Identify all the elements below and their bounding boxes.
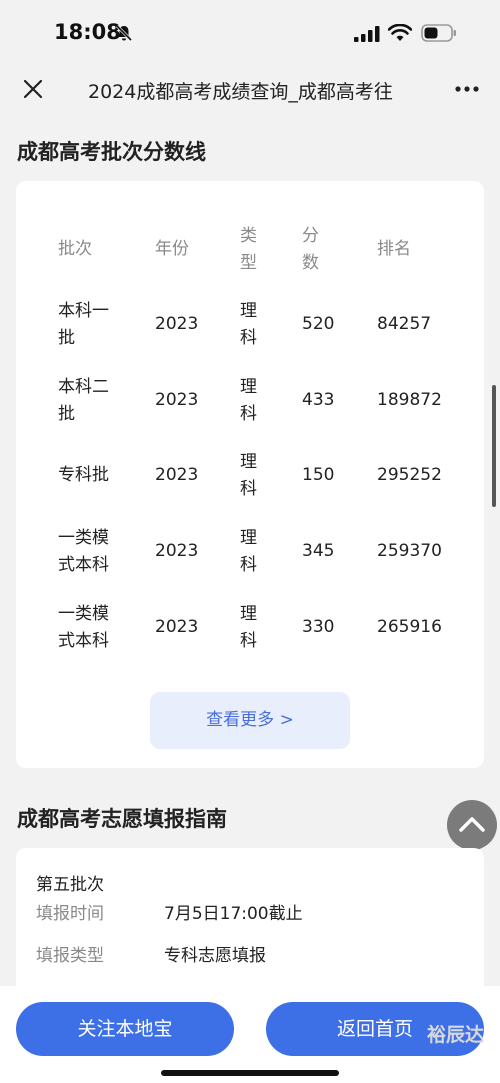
guide-batch-name: 第五批次 — [36, 875, 104, 895]
cell-type: 理科 — [240, 377, 257, 424]
watermark-text: 裕辰达 — [427, 1024, 485, 1046]
home-indicator — [161, 1070, 339, 1076]
cell-year: 2023 — [155, 617, 199, 637]
header-batch: 批次 — [58, 239, 92, 259]
cell-batch: 专科批 — [58, 465, 109, 485]
scroll-to-top-button[interactable] — [447, 800, 497, 850]
view-more-button[interactable]: 查看更多 > — [150, 692, 350, 749]
cell-year: 2023 — [155, 314, 199, 334]
cell-year: 2023 — [155, 541, 199, 561]
header-year: 年份 — [155, 239, 189, 259]
cell-score: 433 — [302, 390, 335, 410]
cellular-signal-icon — [354, 26, 380, 42]
page-title: 2024成都高考成绩查询_成都高考往 — [88, 81, 393, 103]
scrollbar[interactable] — [492, 385, 496, 507]
cell-rank: 84257 — [377, 314, 432, 334]
score-lines-card: 批次 年份 类型 分数 排名 本科一批 2023 理科 520 84257 本科… — [16, 181, 484, 768]
header-score: 分数 — [302, 226, 319, 273]
cell-score: 330 — [302, 617, 335, 637]
cell-rank: 265916 — [377, 617, 442, 637]
cell-type: 理科 — [240, 301, 257, 348]
guide-field-label: 填报类型 — [36, 946, 104, 966]
guide-field-value: 7月5日17:00截止 — [164, 904, 303, 924]
more-options-icon[interactable] — [455, 86, 479, 92]
cell-batch: 本科二批 — [58, 377, 109, 424]
cell-score: 150 — [302, 465, 335, 485]
cell-rank: 259370 — [377, 541, 442, 561]
header-rank: 排名 — [377, 239, 411, 259]
status-bar: 18:08 — [0, 0, 500, 66]
cell-score: 520 — [302, 314, 335, 334]
battery-icon — [421, 24, 456, 42]
bottom-action-bar: 关注本地宝 返回首页 裕辰达 — [0, 986, 500, 1083]
cell-batch: 本科一批 — [58, 301, 109, 348]
cell-batch: 一类模式本科 — [58, 604, 109, 651]
guide-card: 第五批次 填报时间 7月5日17:00截止 填报类型 专科志愿填报 — [16, 848, 484, 1008]
follow-button[interactable]: 关注本地宝 — [16, 1002, 234, 1056]
cell-batch: 一类模式本科 — [58, 528, 109, 575]
cell-type: 理科 — [240, 604, 257, 651]
section-title-guide: 成都高考志愿填报指南 — [17, 807, 227, 831]
cell-score: 345 — [302, 541, 335, 561]
bell-muted-icon — [115, 24, 133, 42]
wifi-icon — [388, 24, 412, 41]
cell-rank: 295252 — [377, 465, 442, 485]
cell-year: 2023 — [155, 390, 199, 410]
cell-rank: 189872 — [377, 390, 442, 410]
cell-year: 2023 — [155, 465, 199, 485]
header-type: 类型 — [240, 226, 257, 273]
chevron-up-icon — [459, 817, 485, 832]
guide-field-label: 填报时间 — [36, 904, 104, 924]
status-time: 18:08 — [54, 20, 121, 44]
section-title-score-lines: 成都高考批次分数线 — [17, 140, 206, 164]
cell-type: 理科 — [240, 452, 257, 499]
nav-bar: 2024成都高考成绩查询_成都高考往 — [0, 66, 500, 112]
close-icon[interactable] — [22, 78, 44, 100]
cell-type: 理科 — [240, 528, 257, 575]
guide-field-value: 专科志愿填报 — [164, 946, 266, 966]
